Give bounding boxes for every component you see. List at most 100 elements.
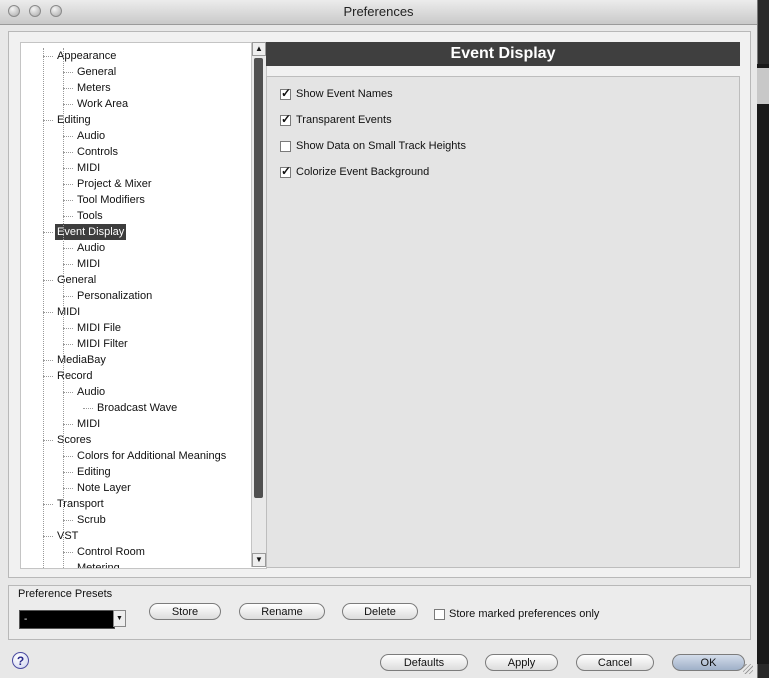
scroll-thumb[interactable]	[254, 58, 263, 498]
tree-connector	[63, 136, 73, 137]
apply-button[interactable]: Apply	[485, 654, 558, 671]
tree-connector	[43, 360, 53, 361]
tree-item[interactable]: Scores	[55, 432, 93, 448]
tree-connector	[63, 168, 73, 169]
tree-connector	[63, 72, 73, 73]
store-marked-only-checkbox[interactable]	[434, 608, 445, 620]
tree-connector	[43, 376, 53, 377]
tree-connector	[63, 520, 73, 521]
tree-item[interactable]: MIDI	[75, 256, 102, 272]
option-checkbox[interactable]	[280, 112, 291, 126]
option-label: Show Event Names	[296, 88, 393, 100]
tree-item[interactable]: Colors for Additional Meanings	[75, 448, 228, 464]
scroll-down-arrow-icon[interactable]: ▼	[252, 553, 266, 567]
tree-item[interactable]: Audio	[75, 240, 107, 256]
cancel-button[interactable]: Cancel	[576, 654, 654, 671]
defaults-button[interactable]: Defaults	[380, 654, 468, 671]
preset-dropdown-icon[interactable]: ▼	[113, 610, 126, 627]
tree-item[interactable]: Audio	[75, 384, 107, 400]
tree-item[interactable]: Editing	[75, 464, 113, 480]
tree-connector	[63, 456, 73, 457]
resize-grip-icon[interactable]	[743, 664, 753, 674]
tree-item[interactable]: Event Display	[55, 224, 127, 240]
help-icon[interactable]: ?	[12, 652, 29, 669]
store-marked-only-option[interactable]: Store marked preferences only	[434, 607, 599, 621]
tree-item[interactable]: General	[75, 64, 118, 80]
event-option[interactable]: Show Data on Small Track Heights	[280, 139, 466, 153]
tree-item[interactable]: Appearance	[55, 48, 118, 64]
event-option[interactable]: Show Event Names	[280, 86, 393, 101]
tree-item[interactable]: Work Area	[75, 96, 130, 112]
tree-item[interactable]: Control Room	[75, 544, 147, 560]
tree-connector	[43, 232, 53, 233]
tree-connector	[43, 536, 53, 537]
tree-item[interactable]: MIDI	[55, 304, 82, 320]
option-checkbox[interactable]	[280, 86, 291, 100]
tree-connector	[63, 200, 73, 201]
tree-item[interactable]: MIDI File	[75, 320, 123, 336]
delete-button[interactable]: Delete	[342, 603, 418, 620]
tree-item[interactable]: Tools	[75, 208, 105, 224]
rename-button[interactable]: Rename	[239, 603, 325, 620]
tree-item[interactable]: Controls	[75, 144, 120, 160]
tree-connector	[63, 328, 73, 329]
store-button[interactable]: Store	[149, 603, 221, 620]
tree-connector	[63, 552, 73, 553]
tree-connector	[63, 104, 73, 105]
option-checkbox[interactable]	[280, 164, 291, 178]
tree-connector	[63, 296, 73, 297]
tree-connector	[43, 280, 53, 281]
tree-connector	[63, 568, 73, 569]
tree-item[interactable]: Tool Modifiers	[75, 192, 147, 208]
option-label: Show Data on Small Track Heights	[296, 140, 466, 152]
window-title: Preferences	[343, 4, 414, 19]
tree-connector	[43, 440, 53, 441]
event-option[interactable]: Transparent Events	[280, 112, 392, 127]
option-checkbox[interactable]	[280, 140, 291, 152]
tree-connector	[63, 392, 73, 393]
event-option[interactable]: Colorize Event Background	[280, 164, 430, 179]
tree-guide-line	[63, 48, 64, 568]
tree-connector	[63, 424, 73, 425]
preset-select[interactable]: -	[19, 610, 115, 629]
preferences-panel: Appearance General Meters Work Area Editing A…	[8, 31, 751, 578]
tree-item[interactable]: Metering	[75, 560, 122, 568]
option-label: Transparent Events	[296, 114, 392, 126]
tree-item[interactable]: General	[55, 272, 98, 288]
tree-connector	[63, 152, 73, 153]
tree-scrollbar[interactable]: ▲ ▼	[251, 42, 266, 567]
tree-item[interactable]: Meters	[75, 80, 113, 96]
tree-item[interactable]: Personalization	[75, 288, 154, 304]
event-display-options: Show Event Names Transparent Events Show D…	[266, 76, 740, 568]
tree-guide-line	[43, 48, 44, 568]
tree-connector	[63, 264, 73, 265]
tree-item[interactable]: Project & Mixer	[75, 176, 154, 192]
tree-item[interactable]: Note Layer	[75, 480, 133, 496]
tree-connector	[83, 408, 93, 409]
tree-item[interactable]: VST	[55, 528, 80, 544]
tree-connector	[63, 184, 73, 185]
tree-item[interactable]: Scrub	[75, 512, 108, 528]
background-window-edge	[757, 64, 769, 664]
option-label: Colorize Event Background	[296, 166, 430, 178]
tree-item[interactable]: Broadcast Wave	[95, 400, 179, 416]
title-bar[interactable]: Preferences	[0, 0, 757, 25]
tree-connector	[43, 120, 53, 121]
tree-connector	[63, 344, 73, 345]
background-waveform	[757, 68, 769, 104]
tree-item[interactable]: Audio	[75, 128, 107, 144]
tree-connector	[43, 504, 53, 505]
tree-item[interactable]: MIDI	[75, 160, 102, 176]
preferences-tree[interactable]: Appearance General Meters Work Area Editing A…	[20, 42, 267, 569]
tree-connector	[63, 248, 73, 249]
tree-item[interactable]: MIDI	[75, 416, 102, 432]
scroll-up-arrow-icon[interactable]: ▲	[252, 42, 266, 56]
preference-presets-group: Preference Presets - ▼ Store Rename Dele…	[8, 585, 751, 640]
tree-connector	[63, 88, 73, 89]
ok-button[interactable]: OK	[672, 654, 745, 671]
tree-item[interactable]: MIDI Filter	[75, 336, 130, 352]
tree-item[interactable]: Editing	[55, 112, 93, 128]
tree-item[interactable]: Record	[55, 368, 94, 384]
store-marked-only-label: Store marked preferences only	[449, 608, 600, 620]
tree-connector	[63, 216, 73, 217]
